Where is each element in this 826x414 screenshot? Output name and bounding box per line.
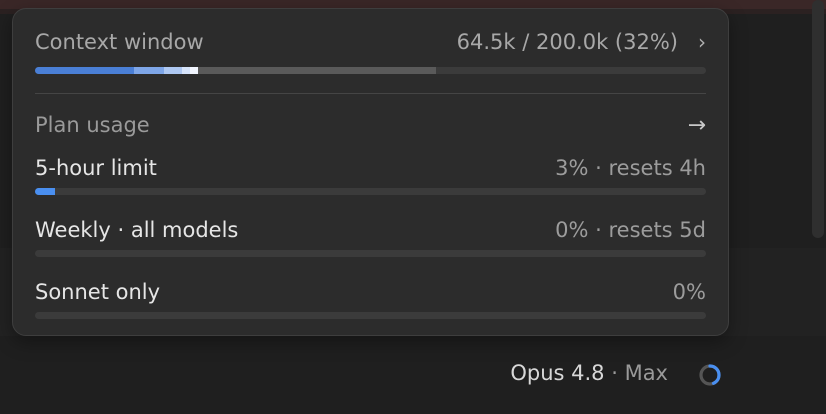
- limit-label: Weekly · all models: [35, 218, 239, 242]
- loading-spinner-icon[interactable]: [698, 363, 722, 387]
- limit-bar-5-hour: [35, 188, 706, 195]
- limit-row-5-hour: 5-hour limit 3% · resets 4h: [35, 153, 706, 183]
- limit-bar-sonnet: [35, 312, 706, 319]
- background-scrollbar[interactable]: [812, 0, 824, 238]
- model-selector[interactable]: Opus 4.8 · Max: [510, 361, 668, 385]
- limit-row-sonnet: Sonnet only 0%: [35, 277, 706, 307]
- limit-bar-fill: [35, 188, 56, 195]
- model-name: Opus 4.8: [510, 361, 605, 385]
- usage-popover: Context window 64.5k / 200.0k (32%) › Pl…: [12, 8, 729, 336]
- limit-label: 5-hour limit: [35, 156, 157, 180]
- context-bar-segment: [35, 67, 134, 74]
- plan-usage-title: Plan usage: [35, 113, 150, 137]
- plan-name: · Max: [604, 361, 668, 385]
- context-window-bar: [35, 67, 706, 74]
- limit-value: 0% · resets 5d: [555, 218, 706, 242]
- context-bar-segment: [134, 67, 164, 74]
- context-window-usage: 64.5k / 200.0k (32%): [456, 30, 678, 54]
- context-bar-segment: [164, 67, 182, 74]
- limit-value: 0%: [672, 280, 706, 304]
- chevron-right-icon[interactable]: ›: [698, 30, 706, 54]
- context-bar-segment: [182, 67, 190, 74]
- context-bar-reserved: [198, 67, 436, 74]
- limit-bar-weekly: [35, 250, 706, 257]
- divider: [35, 93, 706, 94]
- limit-row-weekly: Weekly · all models 0% · resets 5d: [35, 215, 706, 245]
- limit-value: 3% · resets 4h: [555, 156, 706, 180]
- context-bar-segment: [190, 67, 198, 74]
- plan-usage-row[interactable]: Plan usage →: [35, 110, 706, 140]
- limit-label: Sonnet only: [35, 280, 161, 304]
- context-window-row[interactable]: Context window 64.5k / 200.0k (32%) ›: [35, 27, 706, 57]
- context-window-title: Context window: [35, 30, 204, 54]
- arrow-right-icon[interactable]: →: [688, 113, 706, 138]
